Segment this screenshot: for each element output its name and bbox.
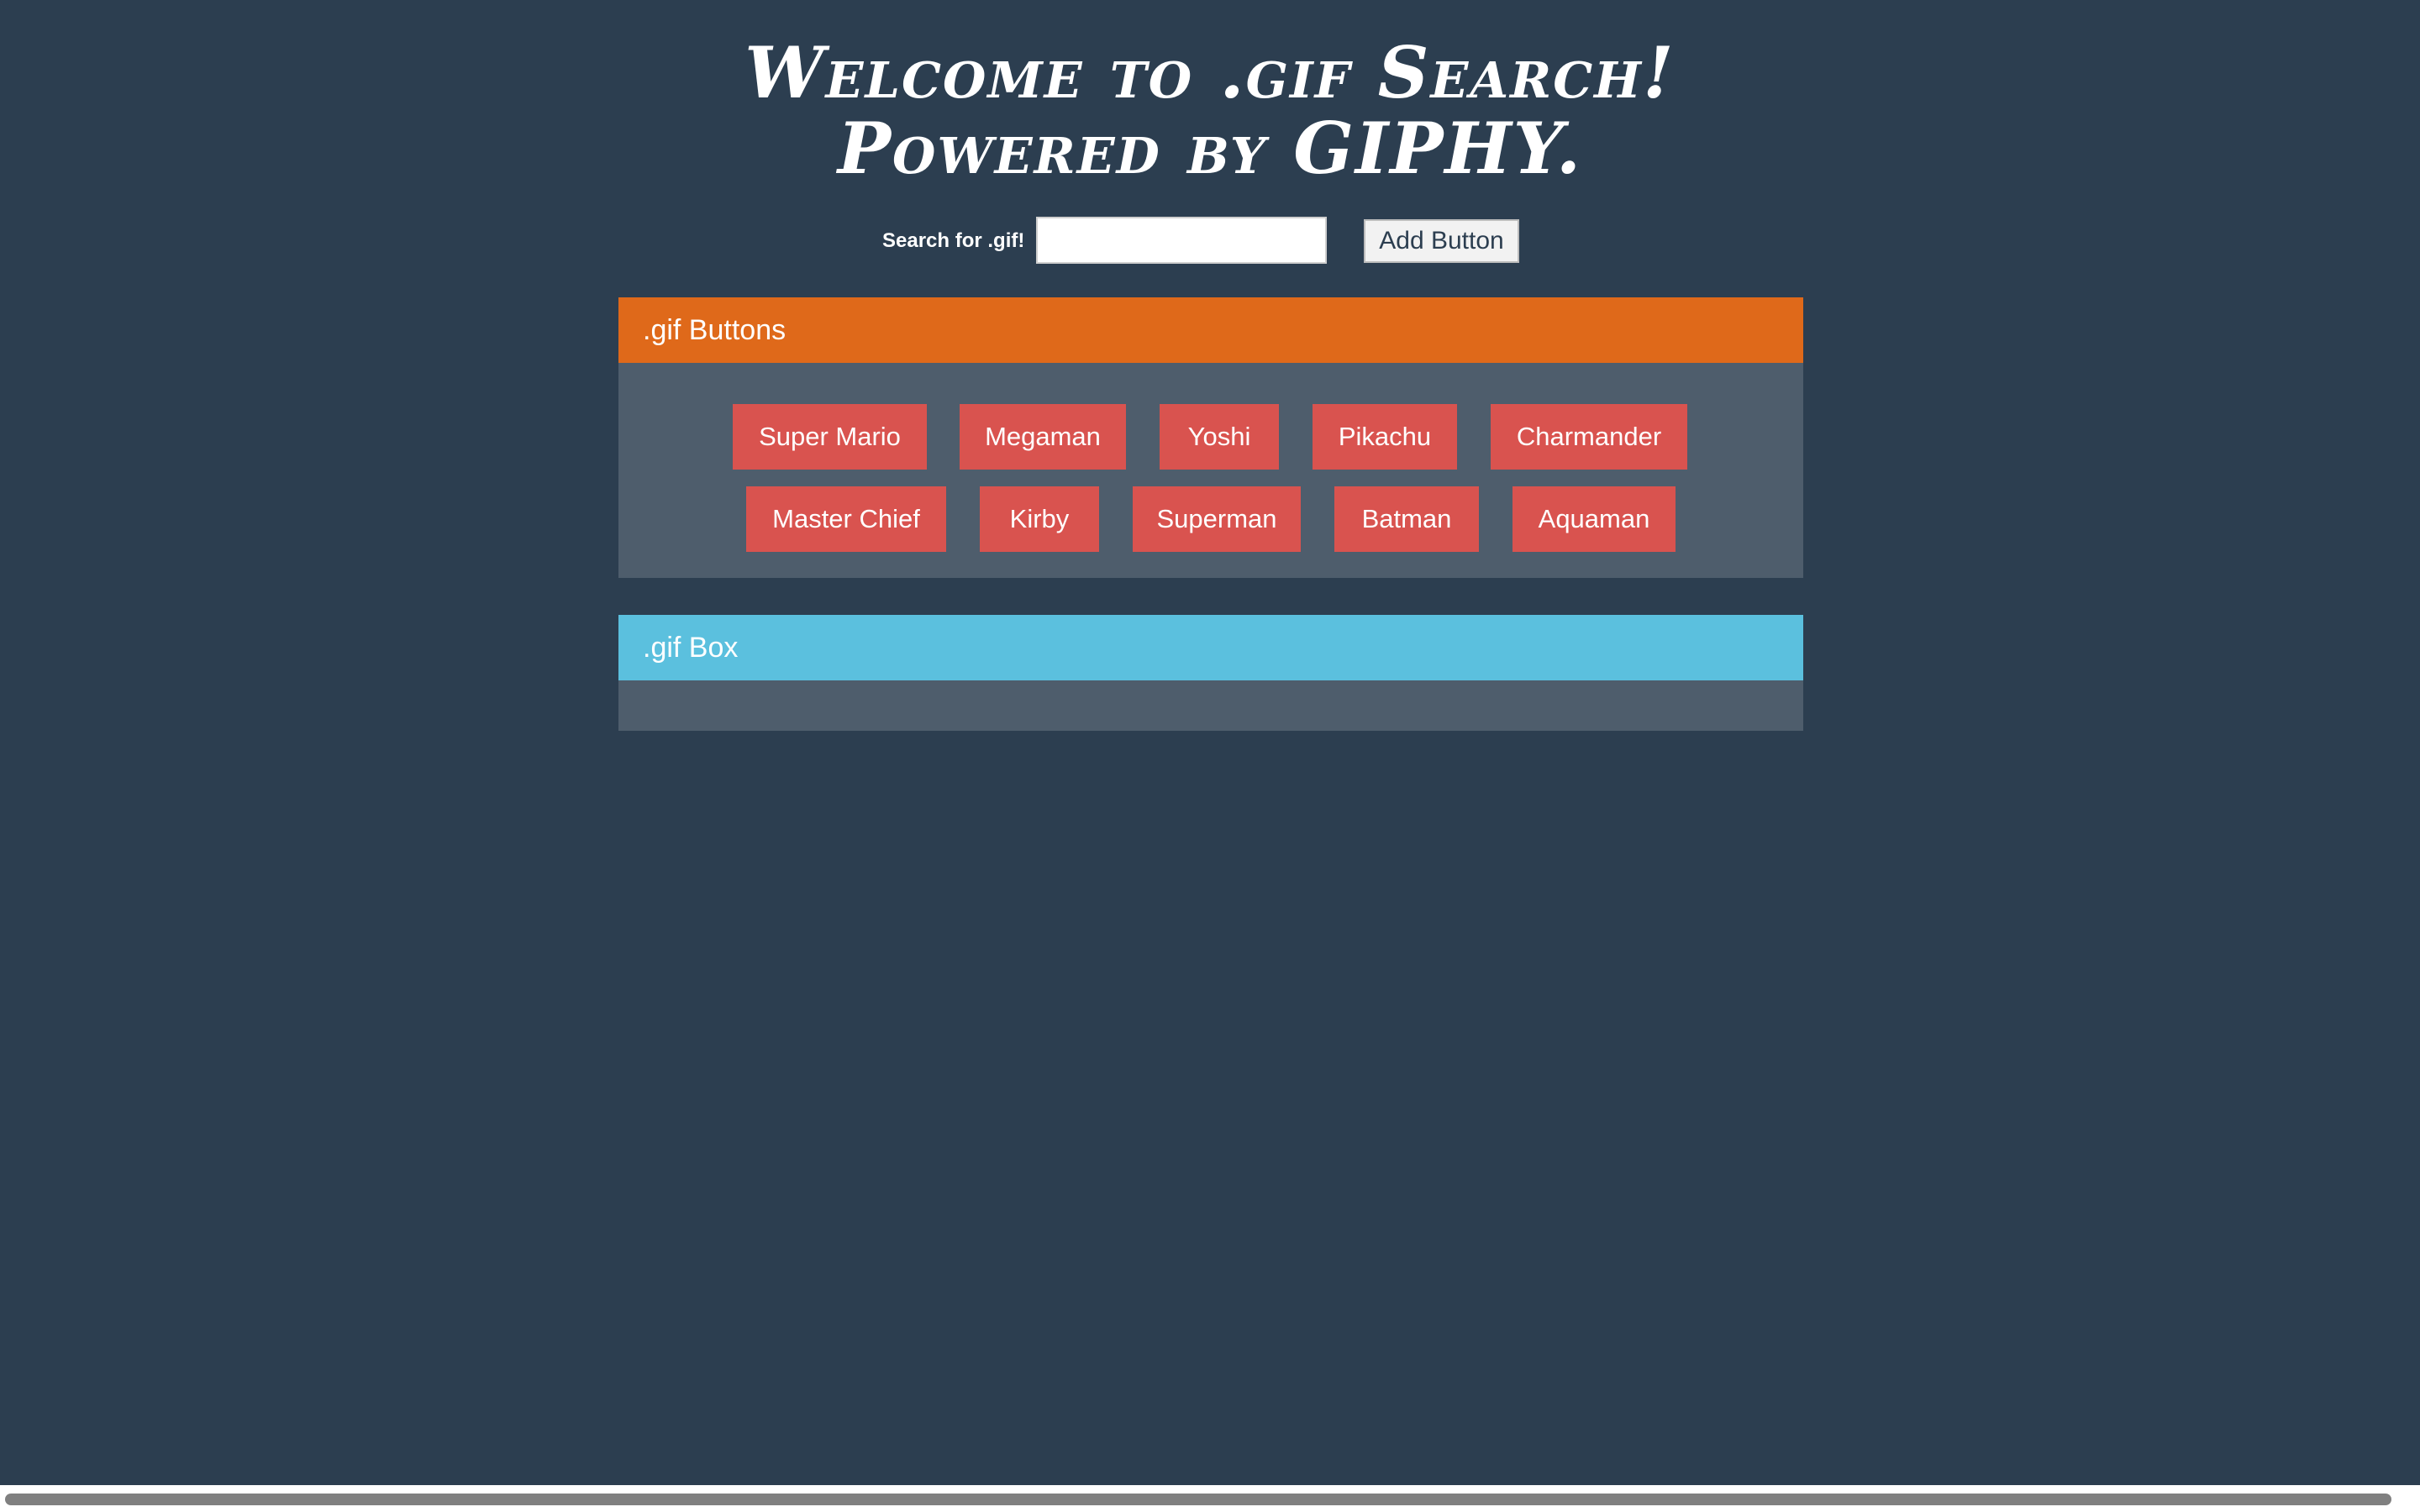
search-label: Search for .gif! xyxy=(882,229,1025,252)
gif-buttons-panel-heading: .gif Buttons xyxy=(618,297,1803,363)
gif-button-aquaman[interactable]: Aquaman xyxy=(1512,486,1676,552)
add-button[interactable]: Add Button xyxy=(1364,219,1519,263)
gif-button-batman[interactable]: Batman xyxy=(1334,486,1479,552)
gif-buttons-panel: .gif Buttons Super Mario Megaman Yoshi P… xyxy=(618,297,1803,578)
gif-button-megaman[interactable]: Megaman xyxy=(960,404,1126,470)
title-line-1: Welcome to .gif Search! xyxy=(744,31,1676,114)
gif-box-body xyxy=(618,680,1803,731)
horizontal-scrollbar[interactable] xyxy=(0,1485,2420,1512)
gif-box-panel-heading: .gif Box xyxy=(618,615,1803,680)
page: Welcome to .gif Search! Powered by GIPHY… xyxy=(0,0,2420,1512)
title-line-2: Powered by GIPHY. xyxy=(837,107,1583,190)
gif-button-superman[interactable]: Superman xyxy=(1133,486,1301,552)
gif-button-charmander[interactable]: Charmander xyxy=(1491,404,1687,470)
gif-buttons-container: Super Mario Megaman Yoshi Pikachu Charma… xyxy=(618,363,1803,578)
horizontal-scrollbar-thumb[interactable] xyxy=(5,1494,2391,1505)
gif-box-panel: .gif Box xyxy=(618,615,1803,731)
gif-button-yoshi[interactable]: Yoshi xyxy=(1160,404,1279,470)
search-input[interactable] xyxy=(1036,217,1327,264)
search-form: Search for .gif! Add Button xyxy=(0,217,2420,265)
page-title: Welcome to .gif Search! Powered by GIPHY… xyxy=(0,35,2420,186)
gif-button-super-mario[interactable]: Super Mario xyxy=(733,404,927,470)
gif-button-pikachu[interactable]: Pikachu xyxy=(1313,404,1457,470)
gif-button-kirby[interactable]: Kirby xyxy=(980,486,1099,552)
gif-button-master-chief[interactable]: Master Chief xyxy=(746,486,946,552)
